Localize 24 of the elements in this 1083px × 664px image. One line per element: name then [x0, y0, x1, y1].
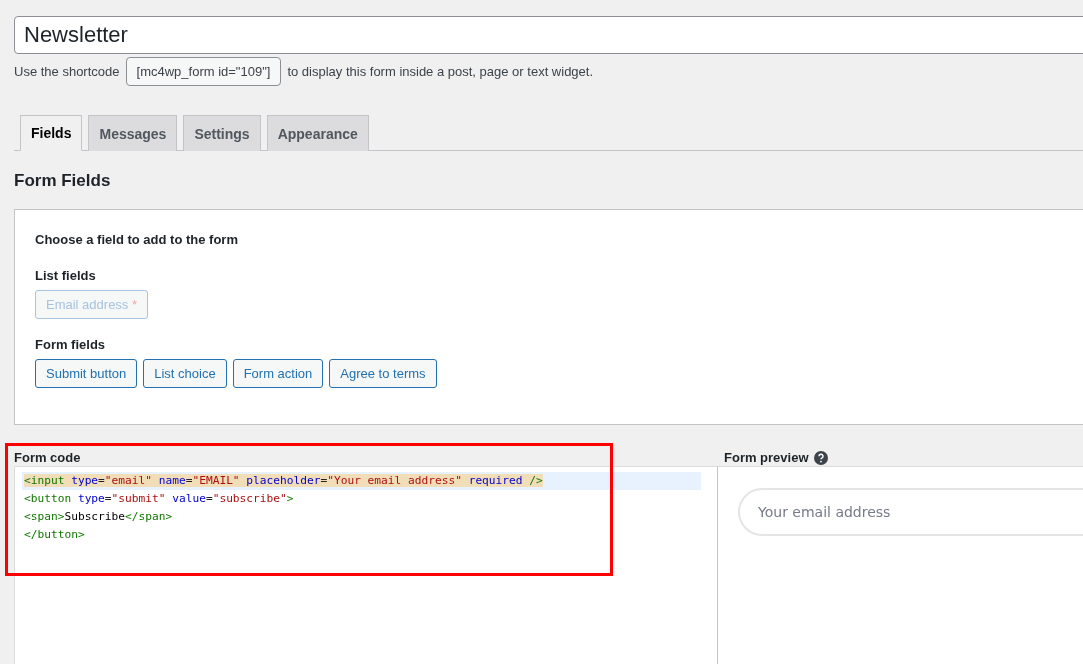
add-field-button[interactable]: Form action [232, 359, 324, 388]
chooser-heading: Choose a field to add to the form [35, 232, 239, 247]
shortcode-field[interactable]: [mc4wp_form id="109"] [125, 57, 282, 86]
tab[interactable]: Appearance [266, 115, 369, 151]
tab[interactable]: Fields [20, 115, 83, 151]
help-icon[interactable] [813, 450, 828, 465]
add-field-button[interactable]: Submit button [35, 359, 138, 388]
shortcode-hint: to display this form inside a post, page or text widget. [287, 64, 594, 79]
group-label: Form fields [35, 337, 107, 352]
form-code-label: Form code [14, 449, 82, 466]
form-preview-label: Form preview [724, 450, 809, 465]
add-field-button[interactable]: List choice [143, 359, 227, 388]
code-line: </button> [23, 527, 86, 543]
email-input-field[interactable]: Your email address [738, 488, 1083, 536]
form-title-field[interactable]: Newsletter [14, 16, 1083, 54]
tab[interactable]: Settings [183, 115, 261, 151]
shortcode-hint: Use the shortcode [14, 64, 120, 79]
code-editor[interactable]: <input type="email" name="EMAIL" placeholder="Your email address" required /> <button type="submit" value="subscribe"> <span>Subscribe</span> </button> [14, 466, 718, 664]
tab[interactable]: Messages [88, 115, 178, 151]
section-title: Form Fields [14, 171, 112, 191]
add-field-button[interactable]: Agree to terms [329, 359, 437, 388]
code-line: <span>Subscribe</span> [23, 509, 174, 525]
code-line: <button type="submit" value="subscribe"> [23, 491, 295, 507]
group-label: List fields [35, 268, 97, 283]
